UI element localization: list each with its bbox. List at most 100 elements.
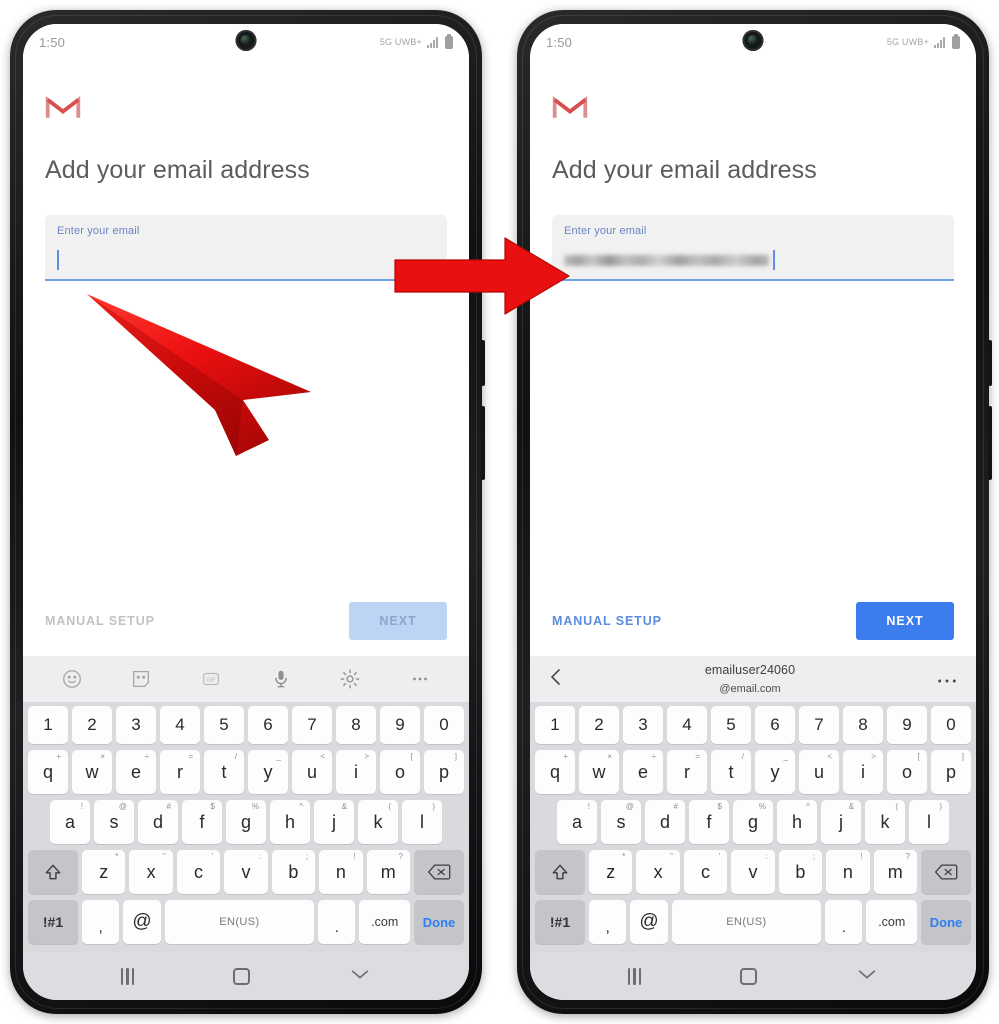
- email-input-value-row[interactable]: [57, 249, 435, 271]
- keyboard-row-numbers[interactable]: 1 2 3 4 5 6 7 8 9 0: [26, 706, 466, 744]
- microphone-icon[interactable]: [270, 668, 292, 690]
- key-7[interactable]: 7: [292, 706, 332, 744]
- key-a[interactable]: ! a: [50, 800, 90, 844]
- chevron-down-icon[interactable]: [349, 967, 371, 986]
- key-n[interactable]: ! n: [826, 850, 870, 894]
- key-f[interactable]: $ f: [182, 800, 222, 844]
- key-8[interactable]: 8: [336, 706, 376, 744]
- on-screen-keyboard[interactable]: GIF 1 2 3 4 5 6 7 8 9 0 + q × w ÷ e = r …: [23, 656, 469, 952]
- key-e[interactable]: ÷ e: [623, 750, 663, 794]
- keyboard-row-bottom[interactable]: !#1 , @ EN(US) . .com Done: [26, 900, 466, 944]
- key-m[interactable]: ? m: [873, 850, 917, 894]
- navigation-bar[interactable]: [23, 952, 469, 1000]
- key-5[interactable]: 5: [711, 706, 751, 744]
- key-s[interactable]: @ s: [601, 800, 641, 844]
- key-2[interactable]: 2: [579, 706, 619, 744]
- chevron-left-icon[interactable]: [548, 667, 564, 692]
- key-v[interactable]: :v: [731, 850, 775, 894]
- navigation-bar[interactable]: [530, 952, 976, 1000]
- key-f[interactable]: $ f: [689, 800, 729, 844]
- key-4[interactable]: 4: [667, 706, 707, 744]
- shift-key-icon[interactable]: [535, 850, 585, 894]
- email-field-wrapper[interactable]: Enter your email: [45, 215, 447, 281]
- key-c[interactable]: ' c: [176, 850, 221, 894]
- key-1[interactable]: 1: [28, 706, 68, 744]
- key-7[interactable]: 7: [799, 706, 839, 744]
- volume-button[interactable]: [481, 340, 485, 386]
- key-e[interactable]: ÷ e: [116, 750, 156, 794]
- key-z[interactable]: * z: [82, 850, 126, 894]
- symbols-key[interactable]: !#1: [535, 900, 585, 944]
- key-q[interactable]: + q: [535, 750, 575, 794]
- key-6[interactable]: 6: [248, 706, 288, 744]
- key-g[interactable]: % g: [733, 800, 773, 844]
- key-1[interactable]: 1: [535, 706, 575, 744]
- email-input-field[interactable]: Enter your email: [45, 215, 447, 279]
- key-x[interactable]: " x: [636, 850, 680, 894]
- key-v[interactable]: :v: [224, 850, 268, 894]
- email-input-field[interactable]: Enter your email: [552, 215, 954, 279]
- keyboard-row-zxcv[interactable]: * z " x ' c :v ; b ! n ? m: [533, 850, 973, 894]
- home-icon[interactable]: [740, 967, 758, 985]
- key-4[interactable]: 4: [160, 706, 200, 744]
- key-w[interactable]: × w: [72, 750, 112, 794]
- key-8[interactable]: 8: [843, 706, 883, 744]
- dotcom-key[interactable]: .com: [866, 900, 918, 944]
- keyboard-row-qwerty[interactable]: + q × w ÷ e = r / t _ y < u > i [o ] p: [26, 750, 466, 794]
- key-h[interactable]: ^ h: [270, 800, 310, 844]
- key-h[interactable]: ^ h: [777, 800, 817, 844]
- key-i[interactable]: > i: [336, 750, 376, 794]
- keyboard-toolbar[interactable]: GIF: [23, 656, 469, 702]
- keyboard-row-numbers[interactable]: 1 2 3 4 5 6 7 8 9 0: [533, 706, 973, 744]
- space-key[interactable]: EN(US): [671, 900, 822, 944]
- key-k[interactable]: (k: [358, 800, 398, 844]
- key-p[interactable]: ] p: [931, 750, 971, 794]
- key-u[interactable]: < u: [799, 750, 839, 794]
- period-key[interactable]: .: [825, 900, 863, 944]
- recents-icon[interactable]: [627, 967, 642, 985]
- key-p[interactable]: ] p: [424, 750, 464, 794]
- next-button[interactable]: NEXT: [349, 602, 447, 640]
- settings-gear-icon[interactable]: [339, 668, 361, 690]
- key-l[interactable]: ) l: [402, 800, 442, 844]
- key-5[interactable]: 5: [204, 706, 244, 744]
- comma-key[interactable]: ,: [82, 900, 120, 944]
- keyboard-suggestion-bar[interactable]: emailuser24060 @email.com: [530, 656, 976, 702]
- more-options-icon[interactable]: [409, 668, 431, 690]
- shift-key-icon[interactable]: [28, 850, 78, 894]
- key-i[interactable]: > i: [843, 750, 883, 794]
- sticker-icon[interactable]: [130, 668, 152, 690]
- keyboard-row-asdf[interactable]: ! a @ s # d $ f % g ^ h & j (k ) l: [533, 800, 973, 844]
- manual-setup-button[interactable]: MANUAL SETUP: [552, 614, 662, 628]
- email-field-wrapper[interactable]: Enter your email: [552, 215, 954, 281]
- key-o[interactable]: [o: [380, 750, 420, 794]
- key-t[interactable]: / t: [204, 750, 244, 794]
- keyboard-row-zxcv[interactable]: * z " x ' c :v ; b ! n ? m: [26, 850, 466, 894]
- key-y[interactable]: _ y: [755, 750, 795, 794]
- key-k[interactable]: (k: [865, 800, 905, 844]
- key-r[interactable]: = r: [160, 750, 200, 794]
- key-0[interactable]: 0: [931, 706, 971, 744]
- key-o[interactable]: [o: [887, 750, 927, 794]
- keyboard-row-bottom[interactable]: !#1 , @ EN(US) . .com Done: [533, 900, 973, 944]
- key-x[interactable]: " x: [129, 850, 173, 894]
- key-j[interactable]: & j: [314, 800, 354, 844]
- emoji-icon[interactable]: [61, 668, 83, 690]
- backspace-key-icon[interactable]: [920, 850, 971, 894]
- key-b[interactable]: ; b: [778, 850, 823, 894]
- key-3[interactable]: 3: [623, 706, 663, 744]
- power-button[interactable]: [988, 406, 992, 480]
- home-icon[interactable]: [233, 967, 251, 985]
- key-m[interactable]: ? m: [366, 850, 410, 894]
- key-z[interactable]: * z: [589, 850, 633, 894]
- comma-key[interactable]: ,: [589, 900, 627, 944]
- chevron-down-icon[interactable]: [856, 967, 878, 986]
- key-0[interactable]: 0: [424, 706, 464, 744]
- on-screen-keyboard[interactable]: emailuser24060 @email.com 1 2 3 4 5 6 7 …: [530, 656, 976, 952]
- gif-icon[interactable]: GIF: [200, 668, 222, 690]
- key-9[interactable]: 9: [380, 706, 420, 744]
- key-g[interactable]: % g: [226, 800, 266, 844]
- keyboard-row-qwerty[interactable]: + q × w ÷ e = r / t _ y < u > i [o ] p: [533, 750, 973, 794]
- key-j[interactable]: & j: [821, 800, 861, 844]
- suggestion-email[interactable]: emailuser24060 @email.com: [564, 661, 936, 697]
